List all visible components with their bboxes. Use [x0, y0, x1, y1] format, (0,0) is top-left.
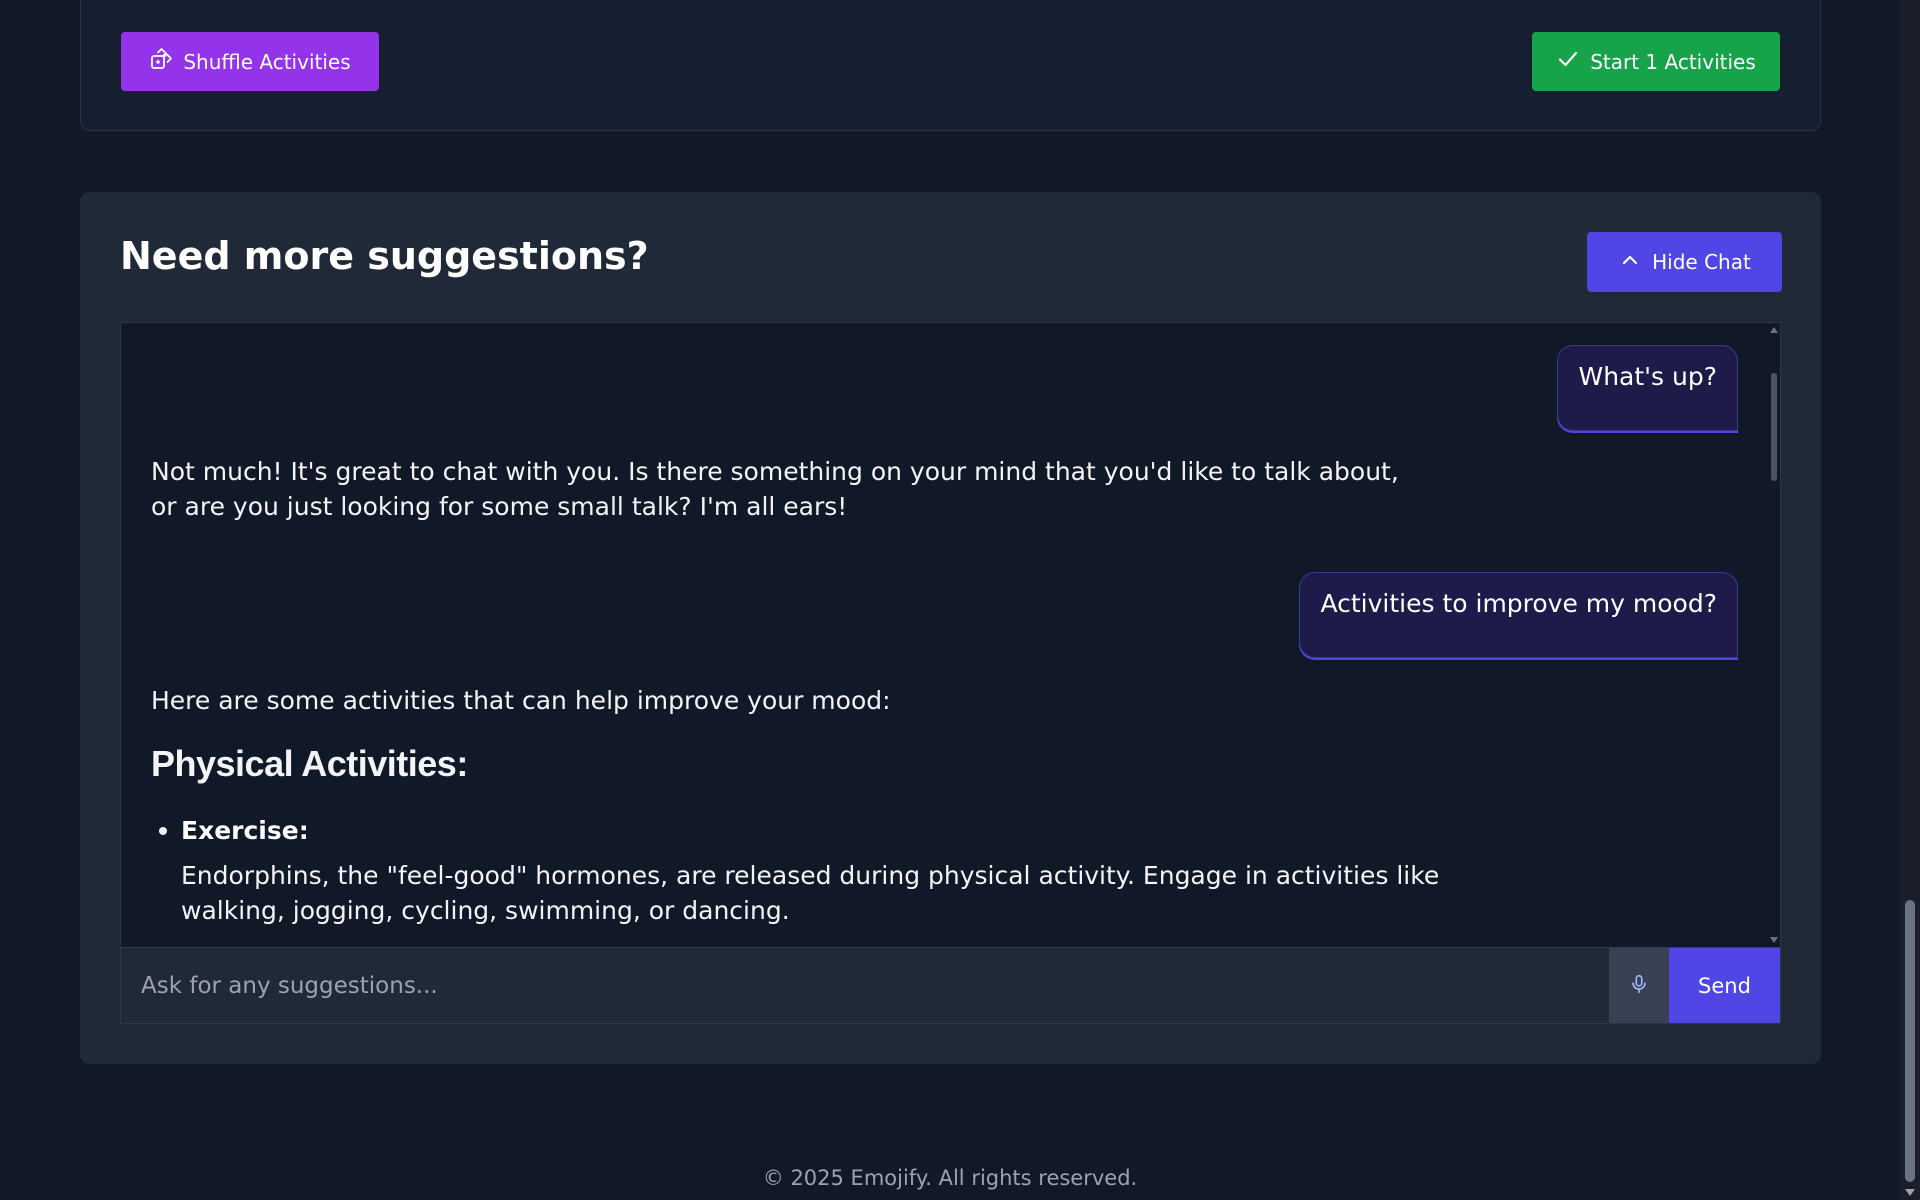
- hide-chat-button[interactable]: Hide Chat: [1587, 232, 1782, 292]
- microphone-button[interactable]: [1609, 948, 1669, 1023]
- scroll-up-arrow-icon[interactable]: [1770, 327, 1778, 333]
- activities-card: Shuffle Activities Start 1 Activities: [80, 0, 1821, 131]
- dice-icon: [149, 47, 173, 76]
- shuffle-activities-label: Shuffle Activities: [183, 49, 351, 74]
- list-item-description: Endorphins, the "feel-good" hormones, ar…: [181, 861, 1440, 925]
- user-message: What's up?: [1557, 345, 1738, 431]
- page-scrollbar[interactable]: [1900, 0, 1920, 1200]
- assistant-section-heading: Physical Activities:: [151, 743, 468, 784]
- hide-chat-label: Hide Chat: [1652, 250, 1751, 274]
- list-item-title: Exercise:: [181, 816, 309, 845]
- microphone-icon: [1628, 973, 1650, 999]
- chat-title: Need more suggestions?: [120, 234, 649, 278]
- shuffle-activities-button[interactable]: Shuffle Activities: [121, 32, 379, 91]
- chat-window[interactable]: What's up? Not much! It's great to chat …: [120, 322, 1781, 947]
- chat-messages: What's up? Not much! It's great to chat …: [121, 323, 1768, 947]
- start-activities-button[interactable]: Start 1 Activities: [1532, 32, 1780, 91]
- start-activities-label: Start 1 Activities: [1590, 49, 1756, 74]
- assistant-message: Here are some activities that can help i…: [151, 686, 891, 715]
- check-icon: [1556, 47, 1580, 76]
- scroll-down-arrow-icon[interactable]: [1770, 937, 1778, 943]
- list-item: Exercise: Endorphins, the "feel-good" ho…: [151, 813, 1451, 928]
- chat-input-row: Send: [120, 947, 1781, 1024]
- send-button[interactable]: Send: [1669, 948, 1780, 1023]
- user-message: Activities to improve my mood?: [1299, 572, 1738, 658]
- page-scrollbar-thumb[interactable]: [1905, 900, 1915, 1182]
- chevron-up-icon: [1618, 248, 1642, 277]
- page-scroll-down-arrow-icon[interactable]: [1905, 1189, 1915, 1196]
- assistant-activity-list: Exercise: Endorphins, the "feel-good" ho…: [151, 813, 1451, 928]
- chat-scrollbar-thumb[interactable]: [1771, 373, 1777, 481]
- assistant-message: Not much! It's great to chat with you. I…: [151, 457, 1399, 521]
- chat-card: Need more suggestions? Hide Chat What's …: [80, 192, 1821, 1064]
- chat-scrollbar[interactable]: [1768, 323, 1780, 947]
- chat-input[interactable]: [121, 948, 1609, 1023]
- footer-copyright: © 2025 Emojify. All rights reserved.: [762, 1166, 1138, 1190]
